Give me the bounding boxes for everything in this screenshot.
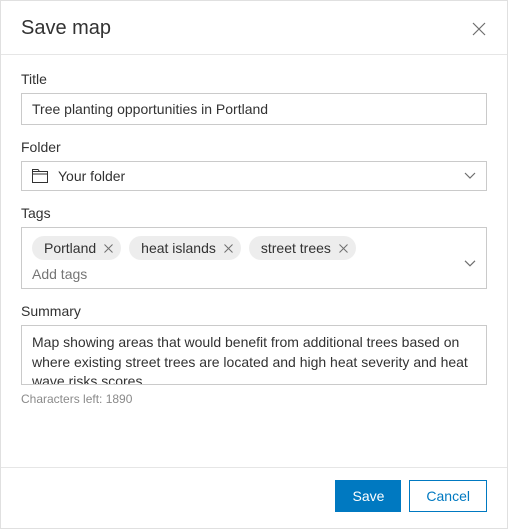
tag-label: heat islands bbox=[141, 240, 216, 256]
title-label: Title bbox=[21, 71, 487, 87]
dialog-footer: Save Cancel bbox=[1, 467, 507, 528]
folder-label: Folder bbox=[21, 139, 487, 155]
dialog-body: Title Folder Your folder Tags Portland bbox=[1, 55, 507, 467]
summary-textarea[interactable] bbox=[21, 325, 487, 385]
tags-input[interactable] bbox=[32, 266, 476, 282]
tag-pill: heat islands bbox=[129, 236, 241, 260]
tag-label: street trees bbox=[261, 240, 331, 256]
character-count: Characters left: 1890 bbox=[21, 392, 487, 406]
close-icon bbox=[472, 22, 486, 36]
tag-remove-button[interactable] bbox=[339, 244, 348, 253]
tags-row: Portland heat islands street trees bbox=[32, 236, 476, 260]
folder-icon bbox=[32, 169, 48, 183]
tags-group: Tags Portland heat islands bbox=[21, 205, 487, 289]
title-group: Title bbox=[21, 71, 487, 125]
tag-remove-button[interactable] bbox=[224, 244, 233, 253]
folder-select[interactable]: Your folder bbox=[21, 161, 487, 191]
close-icon bbox=[104, 244, 113, 253]
save-map-dialog: Save map Title Folder Your folder Tags bbox=[0, 0, 508, 529]
dialog-title: Save map bbox=[21, 17, 111, 40]
tags-label: Tags bbox=[21, 205, 487, 221]
summary-group: Summary Characters left: 1890 bbox=[21, 303, 487, 406]
tag-remove-button[interactable] bbox=[104, 244, 113, 253]
tag-label: Portland bbox=[44, 240, 96, 256]
title-input[interactable] bbox=[21, 93, 487, 125]
summary-label: Summary bbox=[21, 303, 487, 319]
save-button[interactable]: Save bbox=[335, 480, 401, 512]
cancel-button[interactable]: Cancel bbox=[409, 480, 487, 512]
close-icon bbox=[224, 244, 233, 253]
tags-container[interactable]: Portland heat islands street trees bbox=[21, 227, 487, 289]
close-button[interactable] bbox=[471, 21, 487, 37]
folder-value: Your folder bbox=[58, 168, 464, 184]
chevron-down-icon bbox=[464, 255, 476, 271]
close-icon bbox=[339, 244, 348, 253]
tag-pill: Portland bbox=[32, 236, 121, 260]
tag-pill: street trees bbox=[249, 236, 356, 260]
chevron-down-icon bbox=[464, 172, 476, 180]
dialog-header: Save map bbox=[1, 1, 507, 55]
folder-group: Folder Your folder bbox=[21, 139, 487, 191]
